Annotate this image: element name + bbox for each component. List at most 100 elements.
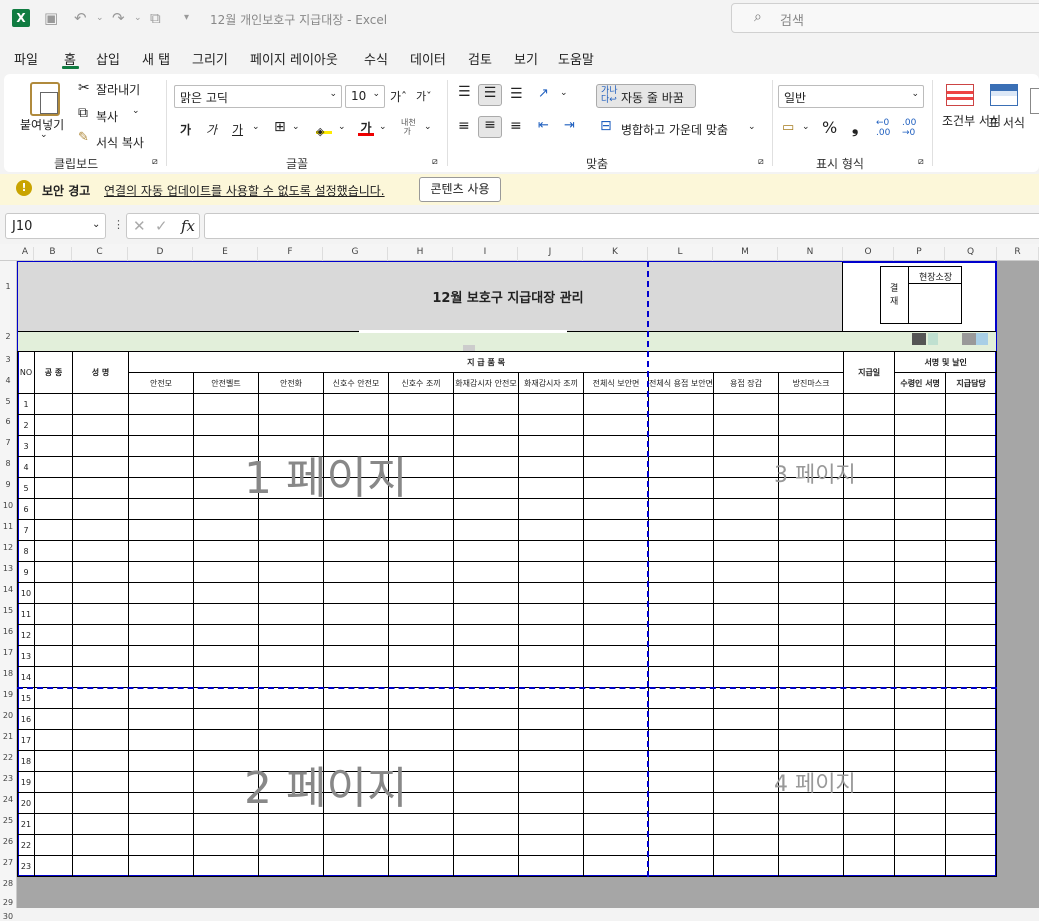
row-header-20[interactable]: 20 [0,711,16,720]
table-cell[interactable] [945,477,998,499]
row-header-16[interactable]: 16 [0,627,16,636]
table-cell[interactable] [34,435,73,457]
number-format-select[interactable]: 일반 ⌄ [778,85,924,108]
table-cell[interactable] [843,855,896,877]
table-cell[interactable] [518,414,584,436]
table-cell[interactable] [945,603,998,625]
row-header-21[interactable]: 21 [0,732,16,741]
table-cell[interactable] [323,393,389,415]
table-cell[interactable] [583,561,649,583]
table-cell[interactable] [843,435,896,457]
table-cell[interactable] [583,666,649,688]
column-header-f[interactable]: F [258,247,323,261]
font-size-select[interactable]: 10 ⌄ [345,85,385,108]
table-cell[interactable] [777,813,845,835]
alignment-launcher-icon[interactable]: ⧄ [758,157,764,167]
table-cell[interactable] [72,393,129,415]
table-cell[interactable] [777,666,845,688]
table-cell[interactable] [128,813,194,835]
table-cell[interactable] [843,414,896,436]
table-cell[interactable] [648,561,714,583]
table-cell[interactable] [72,582,129,604]
table-cell[interactable] [894,435,947,457]
table-cell[interactable] [648,414,714,436]
format-painter-button[interactable]: 서식 복사 [96,134,144,151]
table-cell[interactable] [34,729,73,751]
table-cell[interactable] [193,393,259,415]
column-header-j[interactable]: J [518,247,583,261]
table-cell[interactable] [583,708,649,730]
underline-icon[interactable]: 가 [232,121,243,138]
table-cell[interactable] [583,750,649,772]
table-cell[interactable] [583,813,649,835]
currency-icon[interactable]: ▭ [782,120,794,135]
table-cell[interactable] [713,750,779,772]
table-cell[interactable] [258,729,324,751]
table-cell[interactable] [843,834,896,856]
table-cell[interactable] [894,687,947,709]
table-cell[interactable] [453,687,519,709]
row-header-26[interactable]: 26 [0,837,16,846]
table-cell[interactable] [945,456,998,478]
row-header-3[interactable]: 3 [0,355,16,364]
table-cell[interactable] [843,561,896,583]
table-cell[interactable] [945,792,998,814]
table-cell[interactable] [193,708,259,730]
table-cell[interactable] [323,708,389,730]
table-cell[interactable] [453,855,519,877]
table-cell[interactable] [894,792,947,814]
row-header-2[interactable]: 2 [0,332,16,341]
table-cell[interactable] [713,687,779,709]
increase-indent-icon[interactable]: ⇥ [564,118,575,133]
table-cell[interactable] [777,561,845,583]
table-cell[interactable] [72,456,129,478]
column-header-m[interactable]: M [713,247,778,261]
table-cell[interactable] [453,750,519,772]
table-cell[interactable] [843,687,896,709]
tab-review[interactable]: 검토 [468,49,492,68]
column-header-i[interactable]: I [453,247,518,261]
table-cell[interactable] [777,540,845,562]
table-cell[interactable] [453,519,519,541]
row-header-1[interactable]: 1 [0,282,16,291]
table-cell[interactable] [894,855,947,877]
table-cell[interactable] [894,666,947,688]
table-cell[interactable] [388,687,454,709]
decrease-indent-icon[interactable]: ⇤ [538,118,549,133]
table-cell[interactable] [323,834,389,856]
table-cell[interactable] [518,624,584,646]
table-cell[interactable] [583,645,649,667]
table-cell[interactable] [713,456,779,478]
table-cell[interactable] [583,834,649,856]
table-cell[interactable] [894,561,947,583]
table-cell[interactable] [648,771,714,793]
column-header-r[interactable]: R [997,247,1039,261]
table-cell[interactable] [894,708,947,730]
table-cell[interactable] [453,498,519,520]
table-cell[interactable] [388,519,454,541]
table-cell[interactable] [34,393,73,415]
row-header-10[interactable]: 10 [0,501,16,510]
align-bottom-icon[interactable]: ☰ [510,86,523,102]
table-cell[interactable] [777,729,845,751]
table-cell[interactable] [583,624,649,646]
table-cell[interactable] [648,750,714,772]
table-cell[interactable] [128,645,194,667]
table-cell[interactable] [777,582,845,604]
table-cell[interactable] [128,708,194,730]
table-cell[interactable] [453,414,519,436]
row-header-27[interactable]: 27 [0,858,16,867]
table-cell[interactable] [258,624,324,646]
table-cell[interactable] [583,792,649,814]
row-header-18[interactable]: 18 [0,669,16,678]
name-box[interactable]: J10 ⌄ [5,213,106,239]
table-cell[interactable] [843,666,896,688]
security-message[interactable]: 연결의 자동 업데이트를 사용할 수 없도록 설정했습니다. [104,182,385,199]
table-cell[interactable] [713,603,779,625]
table-cell[interactable] [777,603,845,625]
table-cell[interactable] [323,603,389,625]
table-cell[interactable] [583,687,649,709]
table-cell[interactable] [34,519,73,541]
table-cell[interactable] [713,435,779,457]
row-header-14[interactable]: 14 [0,585,16,594]
